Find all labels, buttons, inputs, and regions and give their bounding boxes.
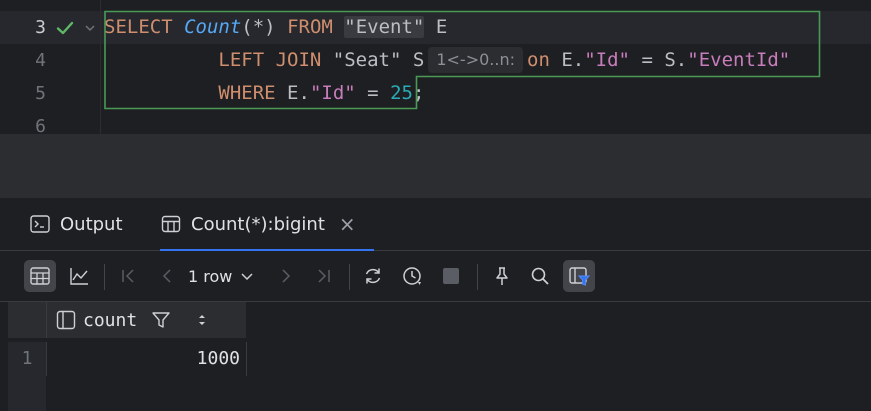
- search-button[interactable]: [524, 260, 556, 292]
- tool-tab-bar: Output Count(*):bigint ×: [0, 198, 871, 251]
- row-number: 1: [8, 342, 46, 376]
- refresh-icon: [365, 268, 381, 284]
- result-grid[interactable]: count 1 1000: [0, 302, 871, 411]
- row-number-header[interactable]: [8, 302, 46, 338]
- reload-button[interactable]: [357, 260, 389, 292]
- editor-bottom-area: [0, 134, 871, 198]
- table-icon: [161, 215, 181, 233]
- filter-table-icon: [569, 267, 590, 286]
- search-icon: [531, 267, 549, 285]
- filter-icon[interactable]: [151, 310, 171, 330]
- stop-button[interactable]: [435, 260, 467, 292]
- tab-output[interactable]: Output: [29, 198, 123, 250]
- result-toolbar: 1 row: [0, 251, 871, 302]
- first-page-button[interactable]: [112, 260, 144, 292]
- tab-result[interactable]: Count(*):bigint ×: [160, 198, 374, 251]
- table-icon: [30, 267, 50, 285]
- line-chart-icon: [70, 268, 88, 285]
- clock-icon: [403, 267, 421, 285]
- pin-icon: [496, 267, 508, 285]
- close-icon[interactable]: ×: [339, 212, 356, 236]
- sql-editor[interactable]: 2 3 SELECT Count(*) FROM "Event" E 4 LEF…: [0, 0, 871, 134]
- chevron-left-icon: [162, 269, 171, 283]
- console-icon: [30, 215, 50, 233]
- stop-icon: [443, 268, 459, 284]
- table-view-button[interactable]: [24, 260, 56, 292]
- previous-page-button[interactable]: [151, 260, 183, 292]
- chevron-right-icon: [282, 269, 291, 283]
- next-page-button[interactable]: [270, 260, 302, 292]
- last-page-icon: [318, 269, 330, 283]
- chevron-down-icon: [241, 273, 253, 281]
- last-page-button[interactable]: [308, 260, 340, 292]
- services-tool-window: Output Count(*):bigint × 1 row count 1 1…: [0, 198, 871, 411]
- history-button[interactable]: [396, 260, 428, 292]
- row-count-dropdown[interactable]: 1 row: [188, 260, 254, 292]
- pin-tab-button[interactable]: [486, 260, 518, 292]
- row-count-label: 1 row: [188, 266, 233, 286]
- tab-output-label: Output: [60, 213, 123, 235]
- statement-outline: [104, 10, 821, 110]
- first-page-icon: [122, 269, 134, 283]
- row-number-gutter: [8, 376, 46, 411]
- column-icon: [56, 310, 76, 330]
- chart-view-button[interactable]: [63, 260, 95, 292]
- tab-result-label: Count(*):bigint: [191, 213, 325, 235]
- table-cell[interactable]: 1000: [46, 342, 247, 376]
- toolbar-separator: [477, 264, 478, 290]
- filter-button[interactable]: [563, 260, 595, 292]
- sort-icon[interactable]: [195, 311, 209, 329]
- column-name: count: [83, 309, 138, 331]
- toolbar-separator: [104, 264, 105, 290]
- column-header-count[interactable]: count: [46, 302, 246, 338]
- toolbar-separator: [349, 264, 350, 290]
